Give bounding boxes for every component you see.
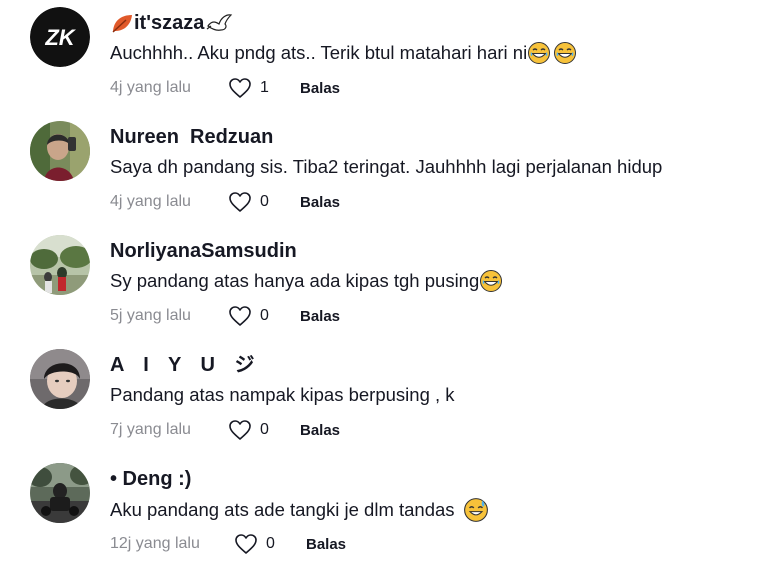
comment-time: 4j yang lalu <box>110 79 191 96</box>
heart-icon <box>229 420 251 440</box>
avatar[interactable]: ZK <box>30 7 90 67</box>
username-text: A I Y U ジ <box>110 354 262 376</box>
like-count: 0 <box>266 535 275 552</box>
like-button[interactable]: 0 <box>228 419 286 441</box>
comment-text: Aku pandang ats ade tangki je dlm tandas <box>110 497 489 523</box>
comment-item: ZK it'szaza Auchhhh.. Aku pndg ats.. Ter… <box>0 0 770 114</box>
reply-button[interactable]: Balas <box>300 308 340 325</box>
comment-item: A I Y U ジ Pandang atas nampak kipas berp… <box>0 342 770 456</box>
like-button[interactable]: 0 <box>228 305 286 327</box>
reply-button[interactable]: Balas <box>306 536 346 553</box>
avatar[interactable] <box>30 349 90 409</box>
comment-username[interactable]: A I Y U ジ <box>110 353 262 377</box>
comment-text: Saya dh pandang sis. Tiba2 teringat. Jau… <box>110 156 663 177</box>
leaf-emoji-icon <box>112 15 132 33</box>
comment-item: • Deng :) Aku pandang ats ade tangki je … <box>0 456 770 570</box>
heart-icon <box>229 306 251 326</box>
comment-time: 5j yang lalu <box>110 307 191 324</box>
comment-text: Auchhhh.. Aku pndg ats.. Terik btul mata… <box>110 41 577 65</box>
comment-username[interactable]: NorliyanaSamsudin <box>110 239 297 263</box>
comment-username[interactable]: • Deng :) <box>110 467 191 491</box>
username-text: it'szaza <box>134 12 205 34</box>
avatar[interactable] <box>30 121 90 181</box>
like-button[interactable]: 1 <box>228 77 286 99</box>
comment-item: NorliyanaSamsudin Sy pandang atas hanya … <box>0 228 770 342</box>
grinning-sweat-emoji-icon <box>480 270 503 292</box>
comment-item: Nureen Redzuan Saya dh pandang sis. Tiba… <box>0 114 770 228</box>
like-count: 0 <box>260 421 269 438</box>
avatar[interactable] <box>30 235 90 295</box>
reply-button[interactable]: Balas <box>300 80 340 97</box>
svg-text:ZK: ZK <box>44 25 76 50</box>
grinning-sweat-emoji-icon <box>554 42 577 64</box>
reply-button[interactable]: Balas <box>300 194 340 211</box>
like-count: 1 <box>260 79 269 96</box>
like-button[interactable]: 0 <box>234 533 292 555</box>
comment-username[interactable]: it'szaza <box>110 11 234 35</box>
dove-emoji-icon <box>206 14 233 31</box>
heart-icon <box>235 534 257 554</box>
like-count: 0 <box>260 307 269 324</box>
sweat-smile-emoji-icon <box>463 498 488 522</box>
username-text: Nureen Redzuan <box>110 126 274 148</box>
grinning-sweat-emoji-icon <box>528 42 551 64</box>
username-text: NorliyanaSamsudin <box>110 240 297 262</box>
comment-text: Sy pandang atas hanya ada kipas tgh pusi… <box>110 269 503 293</box>
comment-time: 4j yang lalu <box>110 193 191 210</box>
like-button[interactable]: 0 <box>228 191 286 213</box>
reply-button[interactable]: Balas <box>300 422 340 439</box>
heart-icon <box>229 78 251 98</box>
comment-time: 7j yang lalu <box>110 421 191 438</box>
username-text: • Deng :) <box>110 468 192 490</box>
comment-username[interactable]: Nureen Redzuan <box>110 125 273 149</box>
like-count: 0 <box>260 193 269 210</box>
avatar[interactable] <box>30 463 90 523</box>
comment-text: Pandang atas nampak kipas berpusing , k <box>110 384 455 405</box>
heart-icon <box>229 192 251 212</box>
comment-time: 12j yang lalu <box>110 535 200 552</box>
